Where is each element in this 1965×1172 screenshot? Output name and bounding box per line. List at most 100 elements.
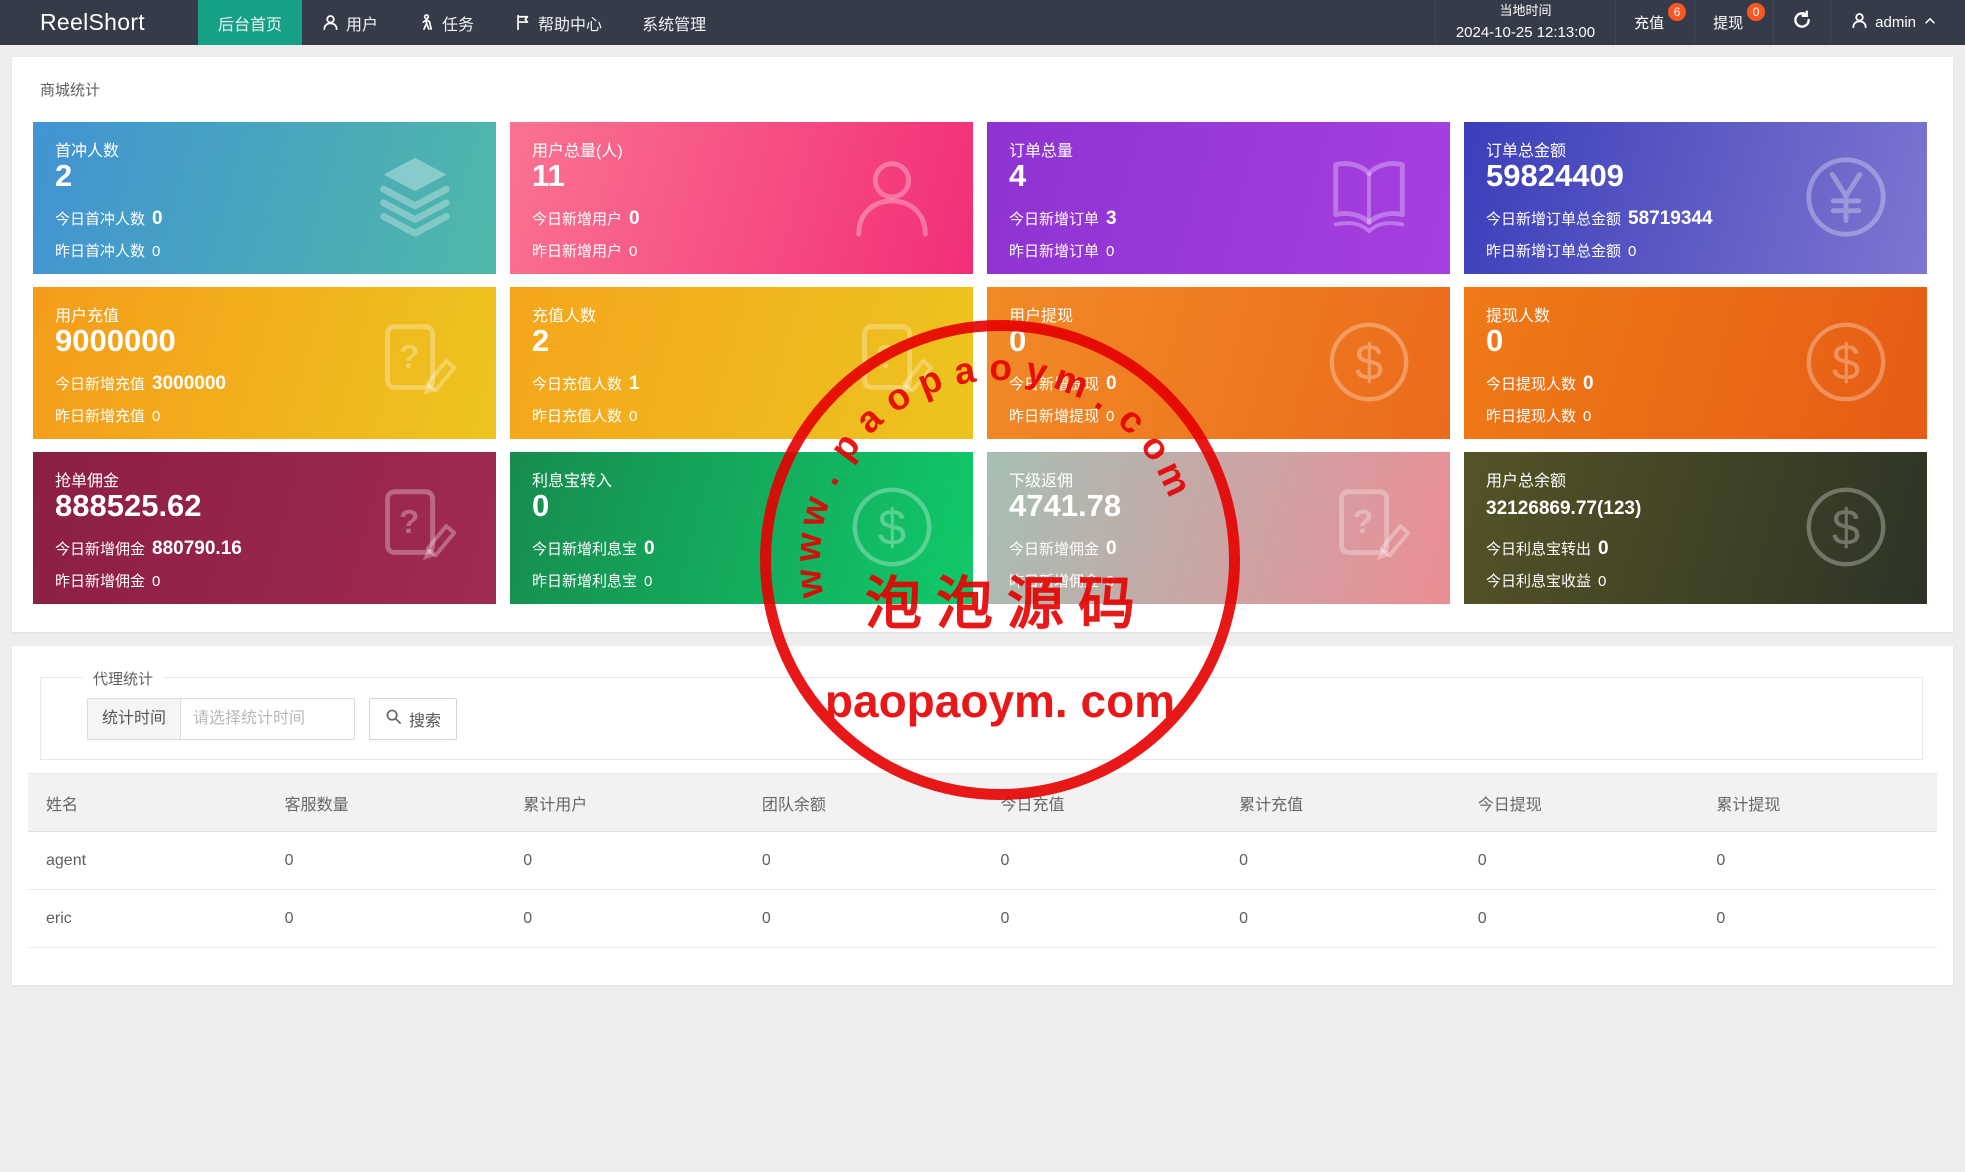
stat-card-value: 4741.78: [1009, 488, 1122, 523]
nav-menu-item-4[interactable]: 系统管理: [622, 0, 726, 45]
refresh-button[interactable]: [1773, 0, 1830, 45]
agent-search-form: 统计时间 搜索: [87, 698, 458, 740]
stat-card-value: 0: [532, 488, 550, 523]
agent-table-col-header: 姓名: [28, 773, 267, 832]
agent-table-col-header: 今日充值: [982, 773, 1222, 832]
agent-table-cell: 0: [1221, 889, 1460, 948]
main-menu: 后台首页 用户 任务 帮助中心 系统管理: [198, 0, 726, 45]
agent-table-cell: 0: [1459, 831, 1699, 890]
help-flag-icon: [514, 14, 531, 31]
stat-card-yesterday-row: 昨日新增佣金 0: [55, 573, 161, 590]
stat-card-today-row: 今日新增订单 3: [1009, 208, 1117, 229]
stat-card-value: 4: [1009, 158, 1027, 193]
agent-table-col-header: 今日提现: [1459, 773, 1699, 832]
withdraw-nav-button[interactable]: 提现 0: [1694, 0, 1773, 45]
stat-card-yesterday-row: 昨日新增订单总金额 0: [1486, 243, 1637, 260]
stat-card-value: 2: [55, 158, 73, 193]
yen-circle-icon: [1799, 150, 1893, 244]
agent-table-cell: 0: [1221, 831, 1460, 890]
recharge-label: 充值: [1634, 15, 1665, 32]
stat-card-value: 0: [1486, 323, 1504, 358]
stat-card-yesterday-row: 昨日新增订单 0: [1009, 243, 1115, 260]
agent-table-col-header: 累计提现: [1698, 773, 1937, 832]
stat-card-today-row: 今日新增充值 3000000: [55, 373, 226, 394]
agent-table-cell: eric: [28, 889, 267, 948]
svg-text:?: ?: [399, 504, 419, 541]
stat-card-value: 32126869.77(123): [1486, 498, 1642, 519]
stat-cards-grid: 首冲人数 2 今日首冲人数 0 昨日首冲人数 0 用户总量(人) 11 今日新增用户…: [33, 122, 1932, 604]
recharge-badge: 6: [1668, 3, 1687, 21]
agent-table: 姓名 客服数量 累计用户 团队余额 今日充值 累计充值 今日提现 累计提现 agent 0 0 0 0…: [28, 773, 1937, 948]
agent-table-cell: 0: [1459, 889, 1699, 948]
agent-table-cell: 0: [982, 831, 1222, 890]
agent-table-row: eric 0 0 0 0 0 0 0: [28, 889, 1937, 948]
stat-card-today-row: 今日新增订单总金额 58719344: [1486, 208, 1713, 229]
dollar-circle-icon: $: [1322, 315, 1416, 409]
stat-card: 抢单佣金 888525.62 今日新增佣金 880790.16 昨日新增佣金 0 ?: [33, 452, 496, 604]
doc-edit-icon: ?: [845, 315, 939, 409]
doc-edit-icon: ?: [368, 480, 462, 574]
stat-card-today-row: 今日新增用户 0: [532, 208, 640, 229]
stat-card: 订单总量 4 今日新增订单 3 昨日新增订单 0: [987, 122, 1450, 274]
local-time-block: 当地时间 2024-10-25 12:13:00: [1434, 0, 1615, 45]
stat-card-today-row: 今日首冲人数 0: [55, 208, 163, 229]
stat-card-yesterday-row: 今日利息宝收益 0: [1486, 573, 1607, 590]
user-icon: [322, 14, 339, 31]
navbar-right: 当地时间 2024-10-25 12:13:00 充值 6 提现 0 admin: [1434, 0, 1965, 45]
stat-card: 用户提现 0 今日新增提现 0 昨日新增提现 0 $: [987, 287, 1450, 439]
shop-stats-title: 商城统计: [40, 82, 101, 99]
app-logo: ReelShort: [40, 9, 145, 35]
search-button[interactable]: 搜索: [369, 698, 458, 740]
task-icon: [418, 14, 435, 31]
agent-table-cell: 0: [982, 889, 1222, 948]
svg-text:$: $: [878, 499, 906, 556]
local-time-value: 2024-10-25 12:13:00: [1455, 23, 1596, 41]
admin-user-menu[interactable]: admin: [1830, 0, 1965, 45]
shop-stats-panel: 商城统计 首冲人数 2 今日首冲人数 0 昨日首冲人数 0 用户总量(人) 11 今…: [12, 57, 1953, 632]
svg-text:$: $: [1355, 334, 1383, 391]
withdraw-label: 提现: [1713, 15, 1744, 32]
doc-edit-icon: ?: [368, 315, 462, 409]
admin-username: admin: [1875, 14, 1916, 31]
stat-card-yesterday-row: 昨日新增佣金 0: [1009, 573, 1115, 590]
stat-card-yesterday-row: 昨日新增提现 0: [1009, 408, 1115, 425]
stat-card-value: 11: [532, 158, 565, 193]
svg-text:$: $: [1832, 499, 1860, 556]
stat-card-today-row: 今日利息宝转出 0: [1486, 538, 1609, 559]
agent-table-col-header: 团队余额: [743, 773, 983, 832]
agent-table-cell: 0: [1698, 831, 1937, 890]
nav-menu-item-2[interactable]: 任务: [398, 0, 494, 45]
agent-table-cell: 0: [266, 831, 506, 890]
nav-menu-item-1[interactable]: 用户: [302, 0, 398, 45]
stat-card-label: 用户总余额: [1486, 473, 1567, 490]
stat-card-today-row: 今日新增利息宝 0: [532, 538, 655, 559]
stat-card-value: 2: [532, 323, 550, 358]
stat-time-input[interactable]: [180, 698, 356, 740]
person-icon: [845, 150, 939, 244]
stat-card: 提现人数 0 今日提现人数 0 昨日提现人数 0 $: [1464, 287, 1927, 439]
stat-card-yesterday-row: 昨日提现人数 0: [1486, 408, 1592, 425]
agent-table-cell: 0: [1698, 889, 1937, 948]
stat-card: 首冲人数 2 今日首冲人数 0 昨日首冲人数 0: [33, 122, 496, 274]
nav-menu-item-3[interactable]: 帮助中心: [494, 0, 622, 45]
stat-card: 用户总余额 32126869.77(123) 今日利息宝转出 0 今日利息宝收益 0…: [1464, 452, 1927, 604]
svg-text:?: ?: [876, 339, 896, 376]
agent-table-col-header: 客服数量: [266, 773, 506, 832]
layers-icon: [368, 150, 462, 244]
search-button-label: 搜索: [409, 713, 442, 730]
agent-stats-title: 代理统计: [83, 668, 164, 689]
agent-table-cell: 0: [266, 889, 506, 948]
stat-time-label: 统计时间: [87, 698, 181, 740]
dollar-circle-icon: $: [1799, 480, 1893, 574]
stat-card-today-row: 今日提现人数 0: [1486, 373, 1594, 394]
agent-table-col-header: 累计充值: [1221, 773, 1460, 832]
recharge-nav-button[interactable]: 充值 6: [1615, 0, 1694, 45]
agent-table-cell: 0: [743, 889, 983, 948]
search-icon: [385, 708, 402, 730]
nav-menu-item-0[interactable]: 后台首页: [198, 0, 303, 45]
agent-table-cell: 0: [743, 831, 983, 890]
agent-table-cell: 0: [505, 889, 744, 948]
svg-text:?: ?: [1353, 504, 1373, 541]
svg-text:$: $: [1832, 334, 1860, 391]
top-navbar: ReelShort 后台首页 用户 任务 帮助中心 系统管理 当地时间 2024…: [0, 0, 1965, 45]
